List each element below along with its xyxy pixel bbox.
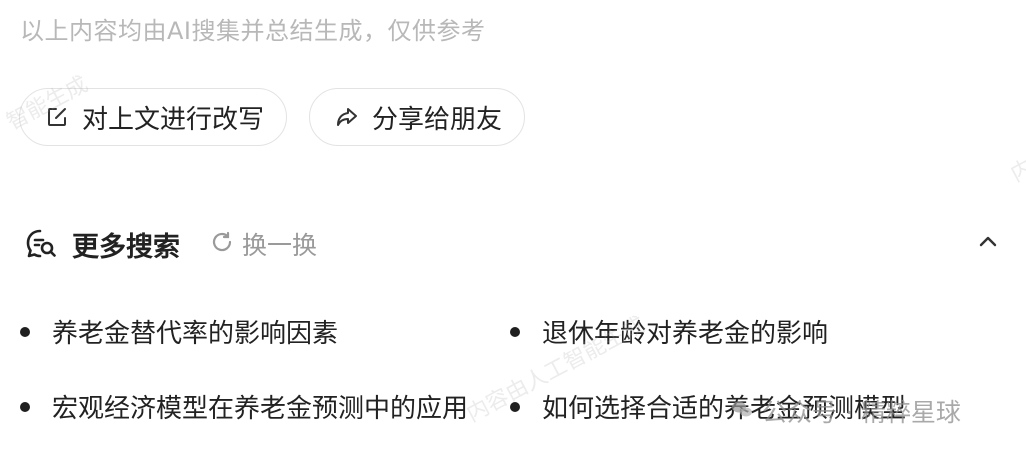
bullet-icon	[510, 401, 520, 412]
suggestion-text: 退休年龄对养老金的影响	[542, 319, 829, 349]
suggestion-item[interactable]: 退休年龄对养老金的影响	[510, 313, 990, 350]
suggestion-text: 养老金替代率的影响因素	[52, 319, 339, 349]
suggestion-text: 宏观经济模型在养老金预测中的应用	[52, 394, 469, 424]
suggestion-text: 如何选择合适的养老金预测模型	[542, 394, 907, 424]
chevron-up-icon	[976, 230, 1000, 258]
bullet-icon	[20, 401, 30, 412]
rewrite-button-label: 对上文进行改写	[82, 104, 265, 135]
ai-disclaimer: 以上内容均由AI搜集并总结生成，仅供参考	[20, 17, 486, 45]
collapse-button[interactable]	[972, 228, 1004, 260]
refresh-icon	[210, 230, 234, 258]
share-button-label: 分享给朋友	[372, 104, 503, 135]
refresh-button[interactable]: 换一换	[210, 226, 317, 262]
suggestion-item[interactable]: 宏观经济模型在养老金预测中的应用	[20, 388, 505, 425]
search-chat-icon	[24, 227, 58, 261]
rewrite-button[interactable]: 对上文进行改写	[19, 88, 288, 146]
watermark-right-edge: 内	[1006, 154, 1026, 188]
suggestion-item[interactable]: 养老金替代率的影响因素	[20, 313, 490, 350]
share-icon	[334, 104, 360, 130]
more-search-header: 更多搜索 换一换	[24, 222, 1004, 266]
bullet-icon	[20, 326, 30, 337]
edit-icon	[44, 104, 70, 130]
suggestion-item[interactable]: 如何选择合适的养老金预测模型	[510, 388, 990, 425]
action-bar: 对上文进行改写 分享给朋友	[19, 88, 526, 146]
refresh-label: 换一换	[242, 231, 318, 260]
bullet-icon	[510, 326, 520, 337]
more-search-title: 更多搜索	[72, 231, 180, 263]
share-button[interactable]: 分享给朋友	[309, 88, 526, 146]
